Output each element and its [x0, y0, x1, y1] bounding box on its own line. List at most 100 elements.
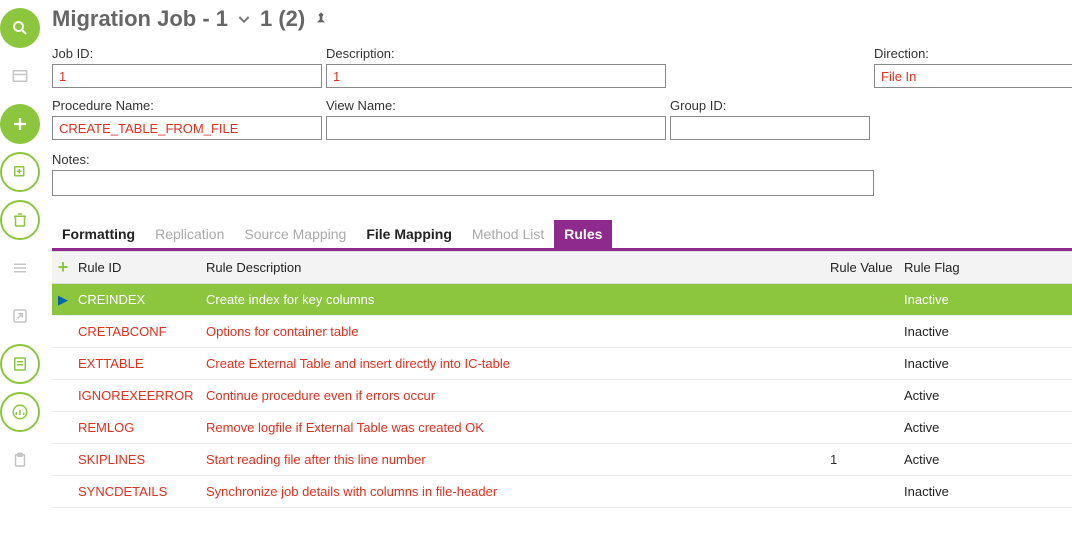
cell-rule-description: Remove logfile if External Table was cre…: [202, 413, 826, 442]
row-indicator-icon: [52, 357, 74, 371]
page-title-suffix: 1 (2): [260, 6, 305, 32]
row-indicator-icon: [52, 453, 74, 467]
cell-rule-flag: Active: [900, 445, 1020, 474]
table-row[interactable]: SYNCDETAILSSynchronize job details with …: [52, 476, 1072, 508]
table-row[interactable]: EXTTABLECreate External Table and insert…: [52, 348, 1072, 380]
form-grid: Job ID: Description: Direction: Procedur…: [52, 46, 1072, 150]
cell-rule-value: [826, 293, 900, 307]
tab-replication[interactable]: Replication: [145, 220, 234, 248]
chevron-down-icon[interactable]: [236, 11, 252, 27]
search-icon: [11, 19, 29, 37]
input-view-name[interactable]: [326, 116, 666, 140]
table-row[interactable]: CRETABCONFOptions for container table Ina…: [52, 316, 1072, 348]
cell-rule-description: Continue procedure even if errors occur: [202, 381, 826, 410]
tab-method-list[interactable]: Method List: [462, 220, 554, 248]
trash-icon: [11, 211, 29, 229]
cell-rule-flag: Active: [900, 413, 1020, 442]
cell-rule-id: CRETABCONF: [74, 317, 202, 346]
add-button[interactable]: [0, 104, 40, 144]
field-group-id: Group ID:: [670, 98, 870, 140]
table-row[interactable]: ▶CREINDEXCreate index for key columns Ina…: [52, 284, 1072, 316]
row-indicator-icon: [52, 421, 74, 435]
page-title-prefix: Migration Job - 1: [52, 6, 228, 32]
cell-rule-description: Options for container table: [202, 317, 826, 346]
cell-rule-value: [826, 357, 900, 371]
col-rule-id: Rule ID: [74, 254, 202, 281]
col-rule-description: Rule Description: [202, 254, 826, 281]
nav-clipboard-icon[interactable]: [0, 440, 40, 480]
cell-rule-id: EXTTABLE: [74, 349, 202, 378]
sidebar: [0, 0, 40, 559]
label-view-name: View Name:: [326, 98, 666, 113]
cell-rule-flag: Inactive: [900, 349, 1020, 378]
nav-export-icon[interactable]: [0, 296, 40, 336]
plus-icon: [11, 115, 29, 133]
label-direction: Direction:: [874, 46, 1072, 61]
tab-source-mapping[interactable]: Source Mapping: [234, 220, 356, 248]
field-description: Description:: [326, 46, 666, 88]
col-rule-flag: Rule Flag: [900, 254, 1020, 281]
row-indicator-icon: [52, 485, 74, 499]
table-row[interactable]: REMLOGRemove logfile if External Table w…: [52, 412, 1072, 444]
duplicate-button[interactable]: [0, 152, 40, 192]
cell-rule-description: Synchronize job details with columns in …: [202, 477, 826, 506]
field-direction: Direction:: [874, 46, 1072, 88]
table-header: + Rule ID Rule Description Rule Value Ru…: [52, 252, 1072, 284]
label-description: Description:: [326, 46, 666, 61]
label-group-id: Group ID:: [670, 98, 870, 113]
tab-rules[interactable]: Rules: [554, 220, 612, 248]
cell-rule-flag: Inactive: [900, 285, 1020, 314]
rules-table: + Rule ID Rule Description Rule Value Ru…: [52, 251, 1072, 508]
col-rule-value: Rule Value: [826, 254, 900, 281]
page-title-row: Migration Job - 1 1 (2): [52, 6, 1072, 32]
cell-rule-id: SKIPLINES: [74, 445, 202, 474]
cell-rule-value: [826, 485, 900, 499]
label-procedure-name: Procedure Name:: [52, 98, 322, 113]
cell-rule-description: Create index for key columns: [202, 285, 826, 314]
field-notes: Notes:: [52, 152, 1072, 196]
nav-card-icon[interactable]: [0, 56, 40, 96]
cell-rule-value: [826, 421, 900, 435]
cell-rule-flag: Inactive: [900, 477, 1020, 506]
main-content: Migration Job - 1 1 (2) Job ID: Descript…: [40, 0, 1072, 559]
input-direction[interactable]: [874, 64, 1072, 88]
nav-list-icon[interactable]: [0, 248, 40, 288]
input-notes[interactable]: [52, 170, 874, 196]
input-group-id[interactable]: [670, 116, 870, 140]
nav-notes-button[interactable]: [0, 344, 40, 384]
pin-icon[interactable]: [313, 11, 329, 27]
row-indicator-icon: [52, 325, 74, 339]
field-view-name: View Name:: [326, 98, 666, 140]
cell-rule-id: IGNOREXEERROR: [74, 381, 202, 410]
table-row[interactable]: SKIPLINESStart reading file after this l…: [52, 444, 1072, 476]
row-indicator-icon: [52, 389, 74, 403]
notes-icon: [11, 355, 29, 373]
duplicate-icon: [11, 163, 29, 181]
cell-rule-id: CREINDEX: [74, 285, 202, 314]
row-indicator-icon: ▶: [52, 285, 74, 315]
input-job-id[interactable]: [52, 64, 322, 88]
label-notes: Notes:: [52, 152, 1072, 167]
label-job-id: Job ID:: [52, 46, 322, 61]
nav-chart-button[interactable]: [0, 392, 40, 432]
cell-rule-flag: Active: [900, 381, 1020, 410]
input-description[interactable]: [326, 64, 666, 88]
search-button[interactable]: [0, 8, 40, 48]
table-row[interactable]: IGNOREXEERRORContinue procedure even if …: [52, 380, 1072, 412]
tab-file-mapping[interactable]: File Mapping: [356, 220, 462, 248]
cell-rule-description: Create External Table and insert directl…: [202, 349, 826, 378]
field-job-id: Job ID:: [52, 46, 322, 88]
cell-rule-value: [826, 325, 900, 339]
add-row-button[interactable]: +: [52, 257, 74, 278]
field-procedure-name: Procedure Name:: [52, 98, 322, 140]
tab-formatting[interactable]: Formatting: [52, 220, 145, 248]
cell-rule-value: [826, 389, 900, 403]
delete-button[interactable]: [0, 200, 40, 240]
chart-icon: [11, 403, 29, 421]
input-procedure-name[interactable]: [52, 116, 322, 140]
cell-rule-value: 1: [826, 445, 900, 474]
cell-rule-flag: Inactive: [900, 317, 1020, 346]
cell-rule-description: Start reading file after this line numbe…: [202, 445, 826, 474]
cell-rule-id: REMLOG: [74, 413, 202, 442]
tabs: FormattingReplicationSource MappingFile …: [52, 220, 1072, 251]
